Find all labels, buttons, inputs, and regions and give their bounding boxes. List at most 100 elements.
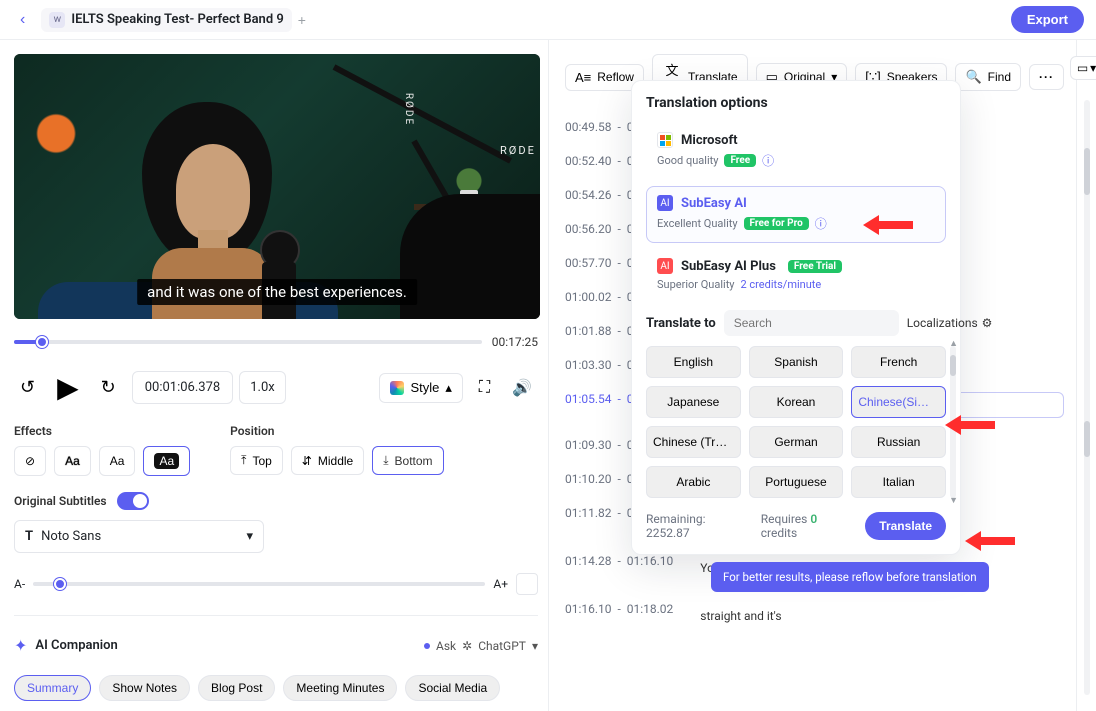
font-size-slider[interactable] [33,582,485,586]
decor-foreground [400,194,540,319]
position-bottom[interactable]: ⤓Bottom [372,446,443,475]
volume-button[interactable]: 🔊 [506,372,538,404]
editor-tab[interactable]: w IELTS Speaking Test- Perfect Band 9 [41,8,291,32]
chevron-down-icon: ▾ [1090,61,1096,75]
font-size-min: A- [14,577,25,591]
provider-name: ChatGPT [478,639,526,653]
style-button[interactable]: Style ▴ [379,373,462,403]
translate-confirm-button[interactable]: Translate [865,512,946,540]
chevron-up-icon: ▴ [445,380,452,396]
search-icon: 🔍 [965,69,981,85]
subtitle-timestamp: 00:49.58 - 0 [565,120,634,134]
effect-outline[interactable]: Aa [54,446,91,476]
scrollbar-thumb-2[interactable] [1084,421,1090,457]
language-option[interactable]: Chinese(Simpl... [851,386,946,418]
subtitle-timestamp: 01:14.28 - 01:16.10 [565,554,673,568]
language-search-input[interactable] [724,310,899,336]
language-option[interactable]: French [851,346,946,378]
forward-button[interactable]: ↻ [95,371,122,404]
divider [14,615,538,616]
chevron-down-icon[interactable]: ▾ [532,639,538,653]
subtitle-text[interactable]: straight and it's [691,602,1064,630]
translate-to-label: Translate to [646,316,716,331]
ai-tab-social-media[interactable]: Social Media [405,675,500,701]
subtitle-timestamp: 00:54.26 - 0 [565,188,634,202]
language-option[interactable]: Russian [851,426,946,458]
option-subeasy-ai-plus[interactable]: AI SubEasy AI Plus Free Trial Superior Q… [646,249,946,302]
seek-knob[interactable] [36,336,48,348]
position-middle[interactable]: ⇵Middle [291,446,364,475]
sparkle-icon: ✦ [14,636,27,655]
font-name: Noto Sans [41,529,101,544]
info-icon[interactable]: ⓘ [815,215,827,232]
popover-title: Translation options [646,95,946,111]
play-button[interactable]: ▶ [51,365,85,410]
chevron-down-icon: ▾ [246,529,253,544]
seek-bar[interactable] [14,340,482,344]
subeasy-ai-icon: AI [657,195,673,211]
option-microsoft[interactable]: Microsoft Good quality Free ⓘ [646,123,946,180]
video-duration: 00:17:25 [492,335,538,349]
rewind-button[interactable]: ↺ [14,371,41,404]
ai-tab-blog-post[interactable]: Blog Post [198,675,275,701]
view-mode-button[interactable]: ▭▾ [1070,56,1096,80]
annotation-arrow-3 [965,526,1015,556]
effect-invert[interactable]: Aa [143,446,190,476]
card-icon: ▭ [1077,61,1088,75]
brand-rode-2: RØDE [500,144,536,157]
font-color-picker[interactable] [516,573,538,595]
language-option[interactable]: Japanese [646,386,741,418]
scrollbar-thumb[interactable] [1084,148,1090,196]
remaining-label: Remaining: 2252.87 [646,512,751,540]
language-option[interactable]: Italian [851,466,946,498]
original-subtitles-toggle[interactable] [117,492,149,510]
subtitle-timestamp: 00:57.70 - 0 [565,256,634,270]
annotation-arrow-2 [945,410,995,440]
align-top-icon: ⤒ [241,453,246,468]
timecode-input[interactable]: 00:01:06.378 [132,371,233,404]
more-button[interactable]: ··· [1029,64,1064,90]
language-option[interactable]: Arabic [646,466,741,498]
status-dot [424,643,430,649]
reflow-hint-tooltip: For better results, please reflow before… [711,562,989,592]
subtitle-row[interactable]: 01:16.10 - 01:18.02 straight and it's [565,602,1064,630]
position-top[interactable]: ⤒Top [230,446,283,475]
ai-tab-show-notes[interactable]: Show Notes [99,675,190,701]
align-bottom-icon: ⤓ [383,453,388,468]
speed-select[interactable]: 1.0x [239,371,286,404]
sliders-icon: ⚙ [982,316,993,330]
scrollbar[interactable] [1084,100,1090,695]
font-select[interactable]: T Noto Sans ▾ [14,520,264,553]
add-tab-button[interactable]: + [298,12,306,28]
original-subtitles-label: Original Subtitles [14,494,107,508]
subeasy-ai-plus-icon: AI [657,258,673,274]
subtitle-timestamp: 01:03.30 - 0 [565,358,634,372]
info-icon[interactable]: ⓘ [762,152,774,169]
decor-boom-arm [274,54,534,214]
effect-none[interactable]: ⊘ [14,446,46,476]
ai-tab-summary[interactable]: Summary [14,675,91,701]
scroll-down-icon[interactable]: ▼ [949,495,958,506]
language-option[interactable]: Chinese (Tradi... [646,426,741,458]
back-button[interactable]: ‹ [12,7,33,33]
microsoft-icon [657,132,673,148]
localizations-button[interactable]: Localizations⚙ [907,316,993,330]
language-option[interactable]: Korean [749,386,844,418]
language-option[interactable]: German [749,426,844,458]
ai-tab-meeting-minutes[interactable]: Meeting Minutes [283,675,397,701]
subtitle-timestamp: 01:09.30 - 0 [565,438,634,452]
language-option[interactable]: Portuguese [749,466,844,498]
subtitle-timestamp: 01:16.10 - 01:18.02 [565,602,673,616]
brand-rode-1: RØDE [403,93,414,126]
font-size-knob[interactable] [54,578,66,590]
effect-plain[interactable]: Aa [99,446,136,476]
find-button[interactable]: 🔍Find [955,63,1021,91]
fullscreen-button[interactable]: ⛶ [473,373,496,403]
video-preview[interactable]: RØDE RØDE and it was one of the best exp… [14,54,540,319]
language-option[interactable]: Spanish [749,346,844,378]
language-option[interactable]: English [646,346,741,378]
video-caption: and it was one of the best experiences. [137,279,417,305]
annotation-arrow-1 [863,210,913,240]
align-middle-icon: ⇵ [302,454,312,468]
export-button[interactable]: Export [1011,6,1084,33]
